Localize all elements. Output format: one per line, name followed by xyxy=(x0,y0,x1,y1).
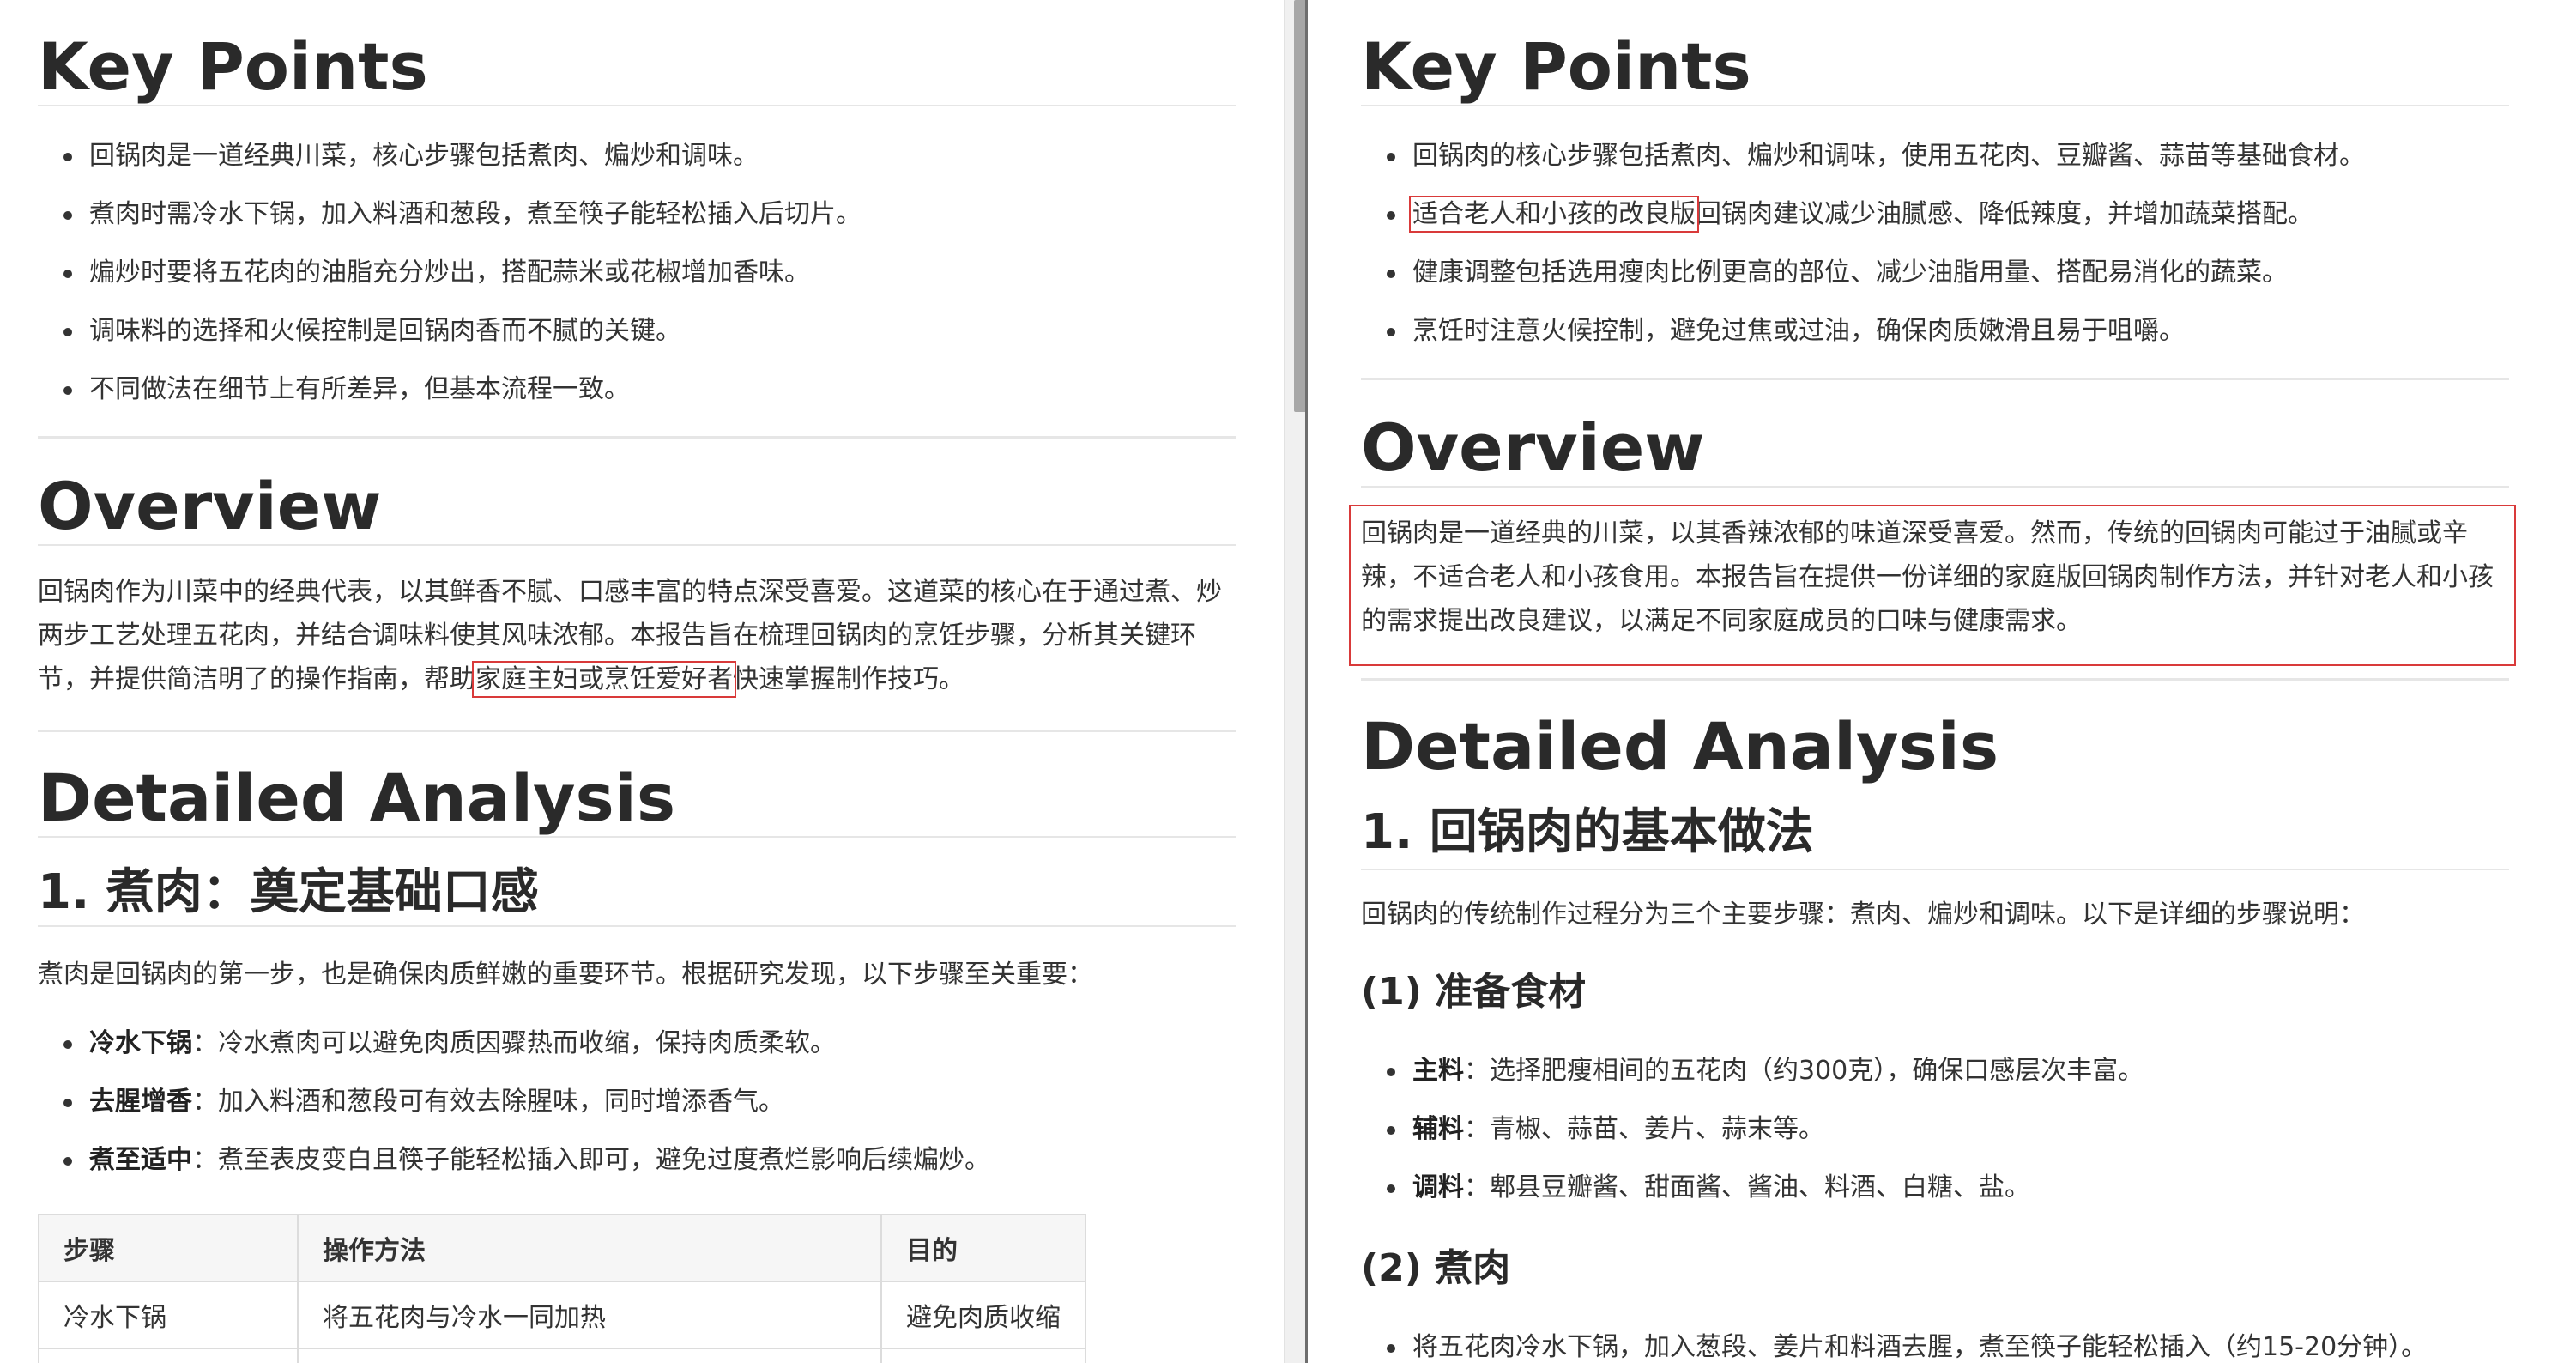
heading-rule xyxy=(1361,486,2509,488)
table-cell: 避免肉质收缩 xyxy=(880,1281,1086,1349)
heading-rule xyxy=(38,544,1236,546)
list-item: 烹饪时注意火候控制，避免过焦或过油，确保肉质嫩滑且易于咀嚼。 xyxy=(1361,302,2509,360)
list-item: 将五花肉冷水下锅，加入葱段、姜片和料酒去腥，煮至筷子能轻松插入（约15-20分钟… xyxy=(1361,1318,2509,1363)
highlight-box xyxy=(1349,505,2516,666)
heading-rule xyxy=(38,836,1236,838)
list-item: 煸炒时要将五花肉的油脂充分炒出，搭配蒜米或花椒增加香味。 xyxy=(38,244,1236,302)
boiling-steps-list: 将五花肉冷水下锅，加入葱段、姜片和料酒去腥，煮至筷子能轻松插入（约15-20分钟… xyxy=(1361,1318,2509,1363)
heading-rule xyxy=(38,105,1236,106)
table-header-cell: 操作方法 xyxy=(297,1214,882,1282)
steps-table: 步骤 操作方法 目的 冷水下锅 将五花肉与冷水一同加热 避免肉质收缩 xyxy=(38,1214,1086,1363)
table-header-row: 步骤 操作方法 目的 xyxy=(38,1214,1086,1282)
right-document-pane: Key Points 回锅肉的核心步骤包括煮肉、煸炒和调味，使用五花肉、豆瓣酱、… xyxy=(1308,0,2576,1363)
step-heading: (2) 煮肉 xyxy=(1361,1246,1511,1290)
list-item: 主料：选择肥瘦相间的五花肉（约300克），确保口感层次丰富。 xyxy=(1361,1042,2509,1100)
table-cell: 冷水下锅 xyxy=(38,1281,299,1349)
list-item: 去腥增香：加入料酒和葱段可有效去除腥味，同时增添香气。 xyxy=(38,1073,1236,1131)
detailed-analysis-heading: Detailed Analysis xyxy=(38,760,676,836)
section-divider xyxy=(38,436,1236,439)
overview-heading: Overview xyxy=(38,468,382,544)
list-item: 适合老人和小孩的改良版回锅肉建议减少油腻感、降低辣度，并增加蔬菜搭配。 xyxy=(1361,185,2509,244)
left-document-pane: Key Points 回锅肉是一道经典川菜，核心步骤包括煮肉、煸炒和调味。 煮肉… xyxy=(0,0,1284,1363)
table-row: 冷水下锅 将五花肉与冷水一同加热 避免肉质收缩 xyxy=(38,1281,1086,1349)
list-item: 煮肉时需冷水下锅，加入料酒和葱段，煮至筷子能轻松插入后切片。 xyxy=(38,185,1236,244)
table-cell xyxy=(38,1348,299,1363)
key-points-list: 回锅肉的核心步骤包括煮肉、煸炒和调味，使用五花肉、豆瓣酱、蒜苗等基础食材。 适合… xyxy=(1361,127,2509,360)
detailed-analysis-heading: Detailed Analysis xyxy=(1361,708,1999,784)
overview-paragraph: 回锅肉作为川菜中的经典代表，以其鲜香不腻、口感丰富的特点深受喜爱。这道菜的核心在… xyxy=(38,577,1222,698)
table-row xyxy=(38,1348,1086,1363)
list-item: 不同做法在细节上有所差异，但基本流程一致。 xyxy=(38,360,1236,419)
step-heading: (1) 准备食材 xyxy=(1361,970,1587,1014)
table-header-cell: 步骤 xyxy=(38,1214,299,1282)
table-cell xyxy=(880,1348,1086,1363)
heading-rule xyxy=(38,925,1236,927)
key-points-heading: Key Points xyxy=(38,28,428,105)
list-item: 健康调整包括选用瘦肉比例更高的部位、减少油脂用量、搭配易消化的蔬菜。 xyxy=(1361,244,2509,302)
section-intro: 回锅肉的传统制作过程分为三个主要步骤：煮肉、煸炒和调味。以下是详细的步骤说明： xyxy=(1361,900,2365,930)
section-subtitle: 1. 煮肉：奠定基础口感 xyxy=(38,864,539,920)
list-item: 辅料：青椒、蒜苗、姜片、蒜末等。 xyxy=(1361,1100,2509,1159)
section-divider xyxy=(1361,378,2509,380)
highlight-box: 家庭主妇或烹饪爱好者 xyxy=(472,661,736,698)
key-points-list: 回锅肉是一道经典川菜，核心步骤包括煮肉、煸炒和调味。 煮肉时需冷水下锅，加入料酒… xyxy=(38,127,1236,419)
overview-heading: Overview xyxy=(1361,409,1705,486)
list-item: 冷水下锅：冷水煮肉可以避免肉质因骤热而收缩，保持肉质柔软。 xyxy=(38,1015,1236,1073)
highlight-box: 适合老人和小孩的改良版 xyxy=(1409,196,1699,233)
list-item: 煮至适中：煮至表皮变白且筷子能轻松插入即可，避免过度煮烂影响后续煸炒。 xyxy=(38,1131,1236,1190)
steps-list: 冷水下锅：冷水煮肉可以避免肉质因骤热而收缩，保持肉质柔软。 去腥增香：加入料酒和… xyxy=(38,1015,1236,1190)
key-points-heading: Key Points xyxy=(1361,28,1751,105)
list-item: 回锅肉的核心步骤包括煮肉、煸炒和调味，使用五花肉、豆瓣酱、蒜苗等基础食材。 xyxy=(1361,127,2509,185)
section-intro: 煮肉是回锅肉的第一步，也是确保肉质鲜嫩的重要环节。根据研究发现，以下步骤至关重要… xyxy=(38,960,1093,990)
list-item: 回锅肉是一道经典川菜，核心步骤包括煮肉、煸炒和调味。 xyxy=(38,127,1236,185)
table-cell: 将五花肉与冷水一同加热 xyxy=(297,1281,882,1349)
table-cell xyxy=(297,1348,882,1363)
section-subtitle: 1. 回锅肉的基本做法 xyxy=(1361,804,1814,860)
section-divider xyxy=(38,730,1236,732)
list-item: 调味料的选择和火候控制是回锅肉香而不腻的关键。 xyxy=(38,302,1236,360)
heading-rule xyxy=(1361,105,2509,106)
list-item: 调料：郫县豆瓣酱、甜面酱、酱油、料酒、白糖、盐。 xyxy=(1361,1159,2509,1217)
ingredients-list: 主料：选择肥瘦相间的五花肉（约300克），确保口感层次丰富。 辅料：青椒、蒜苗、… xyxy=(1361,1042,2509,1217)
section-divider xyxy=(1361,678,2509,681)
heading-rule xyxy=(1361,869,2509,870)
table-header-cell: 目的 xyxy=(880,1214,1086,1282)
